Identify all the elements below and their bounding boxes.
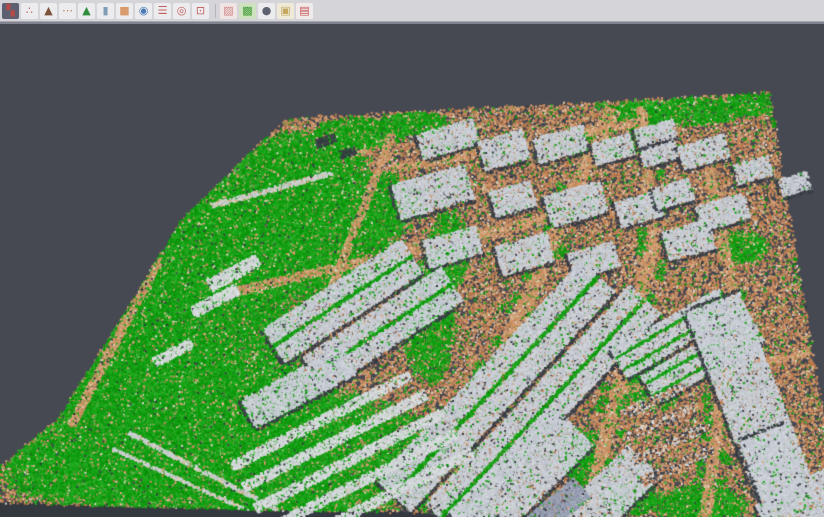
red-white-card-icon[interactable]: ▤ [296,3,313,19]
pink-grid-icon[interactable]: ▨ [220,3,237,19]
application-window: { "window": { "toolbar_bg": "#d5d5d9", "… [0,0,824,517]
red-layers-icon[interactable]: ☰ [154,3,171,19]
toolbar-separator [215,4,216,18]
3d-viewport[interactable] [0,22,824,517]
point-cloud-canvas[interactable] [0,24,824,517]
crop-frame-icon[interactable]: ⊡ [192,3,209,19]
green-hill-icon[interactable]: ▲ [78,3,95,19]
point-cloud-icon[interactable]: ▚ [2,3,19,19]
profile-points-icon[interactable]: ⋯ [59,3,76,19]
toolbar: ▚∴▲⋯▲▮■◉☰◎⊡▨▩●▣▤ [0,0,824,22]
dark-sphere-icon[interactable]: ● [258,3,275,19]
globe-icon[interactable]: ◉ [135,3,152,19]
classification-palette-icon[interactable]: ▩ [239,3,256,19]
orange-square-icon[interactable]: ■ [116,3,133,19]
yellow-marks-icon[interactable]: ▣ [277,3,294,19]
red-ring-icon[interactable]: ◎ [173,3,190,19]
terrain-mound-icon[interactable]: ▲ [40,3,57,19]
ruler-icon[interactable]: ▮ [97,3,114,19]
scatter-points-icon[interactable]: ∴ [21,3,38,19]
